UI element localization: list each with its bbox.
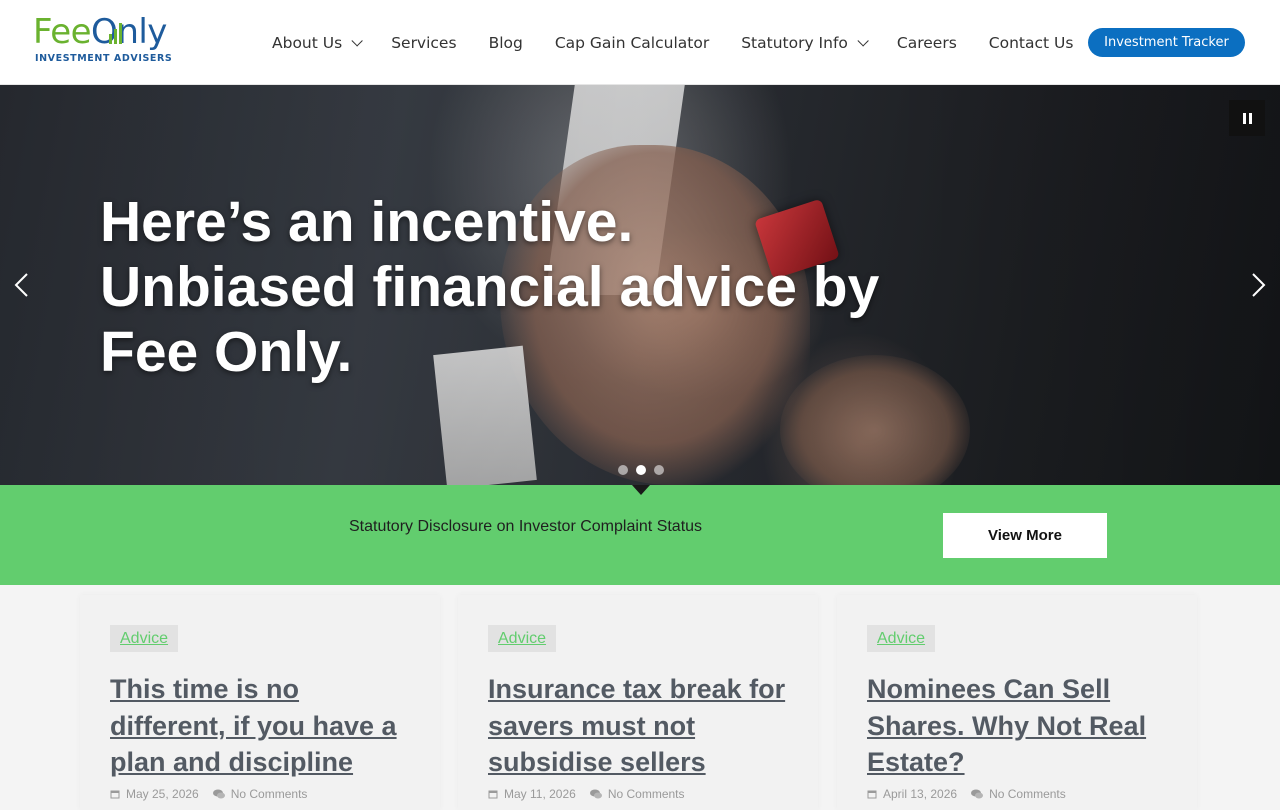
- hero-slider: Here’s an incentive. Unbiased financial …: [0, 85, 1280, 485]
- nav-item-label: Blog: [488, 33, 523, 52]
- slider-dot-1[interactable]: [618, 465, 628, 475]
- nav-item-label: Services: [391, 33, 457, 52]
- chevron-left-icon: [14, 273, 28, 297]
- nav-item-label: About Us: [272, 33, 343, 52]
- logo-subtitle: INVESTMENT ADVISERS: [35, 53, 173, 64]
- view-more-button[interactable]: View More: [943, 513, 1107, 558]
- calendar-icon: [488, 790, 498, 799]
- slider-pagination: [614, 465, 668, 475]
- disclosure-band: Statutory Disclosure on Investor Complai…: [0, 485, 1280, 585]
- pause-icon: [1248, 112, 1252, 124]
- chevron-right-icon: [1252, 273, 1266, 297]
- nav-item-services[interactable]: Services: [375, 0, 472, 85]
- nav-item-label: Statutory Info: [741, 33, 848, 52]
- investment-tracker-button[interactable]: Investment Tracker: [1088, 28, 1245, 57]
- blog-post-card: Advice This time is no different, if you…: [80, 595, 440, 810]
- nav-item-cap-gain-calculator[interactable]: Cap Gain Calculator: [539, 0, 725, 85]
- chevron-down-icon: [857, 34, 869, 47]
- post-date: May 11, 2026: [504, 787, 576, 801]
- post-meta: May 11, 2026 No Comments: [488, 787, 685, 801]
- nav-item-label: Contact Us: [988, 33, 1074, 52]
- nav-item-statutory-info[interactable]: Statutory Info: [725, 0, 881, 85]
- post-category-tag[interactable]: Advice: [488, 625, 557, 652]
- post-category-tag[interactable]: Advice: [110, 625, 179, 652]
- growth-bars-icon: [109, 23, 122, 44]
- post-title-link[interactable]: This time is no different, if you have a…: [110, 671, 420, 781]
- nav-item-label: Careers: [896, 33, 957, 52]
- nav-item-label: Cap Gain Calculator: [554, 33, 710, 52]
- blog-post-card: Advice Nominees Can Sell Shares. Why Not…: [837, 595, 1197, 810]
- pause-icon: [1242, 112, 1246, 124]
- hero-headline-line: Fee Only.: [100, 320, 353, 384]
- nav-item-careers[interactable]: Careers: [881, 0, 973, 85]
- post-date: May 25, 2026: [126, 787, 199, 801]
- hero-headline-line: Here’s an incentive.: [100, 190, 634, 254]
- post-comments-link[interactable]: No Comments: [231, 787, 308, 801]
- post-title-link[interactable]: Nominees Can Sell Shares. Why Not Real E…: [867, 671, 1177, 781]
- slider-next-button[interactable]: [1244, 270, 1274, 300]
- chevron-down-icon: [351, 34, 363, 47]
- slider-dot-3[interactable]: [654, 465, 664, 475]
- post-category-tag[interactable]: Advice: [867, 625, 936, 652]
- site-header: FeeOnly INVESTMENT ADVISERS About Us Ser…: [0, 0, 1280, 85]
- nav-item-contact-us[interactable]: Contact Us: [973, 0, 1090, 85]
- slider-dot-2[interactable]: [636, 465, 646, 475]
- blog-post-grid: Advice This time is no different, if you…: [0, 585, 1280, 810]
- pause-button[interactable]: [1229, 100, 1265, 136]
- calendar-icon: [110, 790, 120, 799]
- post-title-link[interactable]: Insurance tax break for savers must not …: [488, 671, 798, 781]
- main-nav: About Us Services Blog Cap Gain Calculat…: [256, 0, 1089, 85]
- post-comments-link[interactable]: No Comments: [989, 787, 1066, 801]
- slider-prev-button[interactable]: [8, 270, 38, 300]
- hero-headline-line: Unbiased financial advice by: [100, 255, 880, 319]
- comments-icon: [589, 789, 602, 799]
- hero-headline: Here’s an incentive. Unbiased financial …: [100, 190, 1000, 385]
- feeonly-logo[interactable]: FeeOnly INVESTMENT ADVISERS: [33, 14, 193, 72]
- post-comments-link[interactable]: No Comments: [608, 787, 685, 801]
- post-date: April 13, 2026: [883, 787, 958, 801]
- logo-fee-text: Fee: [33, 12, 92, 52]
- post-meta: April 13, 2026 No Comments: [867, 787, 1066, 801]
- disclosure-text: Statutory Disclosure on Investor Complai…: [349, 518, 703, 535]
- band-notch-arrow: [632, 485, 650, 495]
- nav-item-about-us[interactable]: About Us: [256, 0, 375, 85]
- comments-icon: [212, 789, 225, 799]
- comments-icon: [971, 789, 984, 799]
- calendar-icon: [867, 790, 877, 799]
- blog-post-card: Advice Insurance tax break for savers mu…: [458, 595, 818, 810]
- nav-item-blog[interactable]: Blog: [473, 0, 539, 85]
- post-meta: May 25, 2026 No Comments: [110, 787, 307, 801]
